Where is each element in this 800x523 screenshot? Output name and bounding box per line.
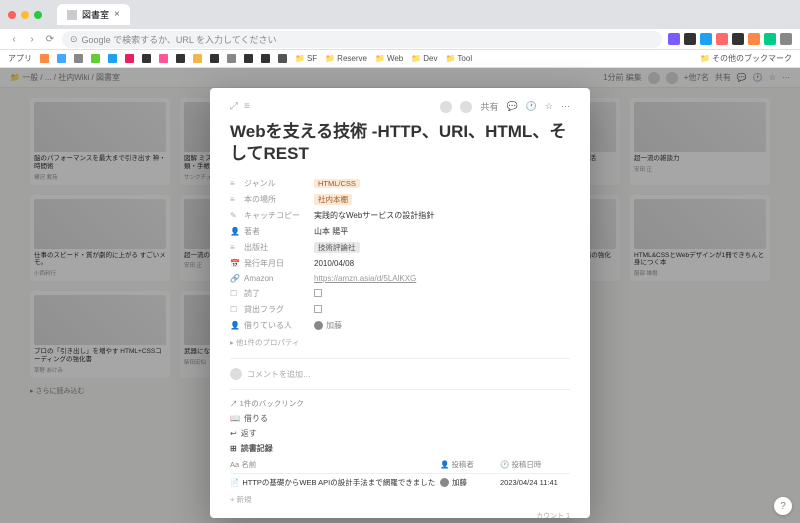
comment-icon[interactable]: 💬 bbox=[506, 101, 517, 112]
bookmark-icon[interactable] bbox=[40, 54, 49, 63]
table-header: Aa 名前 👤 投稿者 🕐 投稿日時 bbox=[230, 456, 570, 474]
apps-shortcut[interactable]: アプリ bbox=[8, 53, 32, 64]
address-bar-row: ‹ › ⟳ ⊙ Google で検索するか、URL を入力してください bbox=[0, 29, 800, 50]
star-icon[interactable]: ☆ bbox=[545, 101, 553, 112]
prop-lending[interactable]: ☐貸出フラグ bbox=[230, 301, 570, 317]
modal-overlay[interactable]: ⤢ ≡ 共有 💬 🕐 ☆ ⋯ Webを支える技術 -HTTP、URI、HTML、… bbox=[0, 68, 800, 523]
prop-borrower[interactable]: 👤借りている人加藤 bbox=[230, 317, 570, 333]
avatar bbox=[440, 101, 452, 113]
table-row[interactable]: 📄HTTPの基礎からWEB APIの設計手法まで網羅できました 加藤 2023/… bbox=[230, 474, 570, 491]
bookmark-icon[interactable] bbox=[142, 54, 151, 63]
clock-icon[interactable]: 🕐 bbox=[526, 101, 537, 112]
new-row-button[interactable]: + 新規 bbox=[230, 491, 570, 508]
url-placeholder: Google で検索するか、URL を入力してください bbox=[82, 33, 277, 46]
return-action[interactable]: ↩ 返す bbox=[230, 426, 570, 441]
maximize-window-button[interactable] bbox=[34, 11, 42, 19]
more-icon[interactable]: ⋯ bbox=[561, 101, 570, 112]
prop-publisher[interactable]: ≡出版社技術評論社 bbox=[230, 239, 570, 255]
bookmark-icon[interactable] bbox=[57, 54, 66, 63]
bookmark-icon[interactable] bbox=[108, 54, 117, 63]
browser-tab[interactable]: 図書室 × bbox=[57, 4, 130, 25]
bookmark-folder[interactable]: 📁Tool bbox=[445, 54, 472, 63]
page-title[interactable]: Webを支える技術 -HTTP、URI、HTML、そしてREST bbox=[230, 121, 570, 165]
tab-close-icon[interactable]: × bbox=[114, 9, 120, 20]
bookmark-icon[interactable] bbox=[244, 54, 253, 63]
bookmark-icon[interactable] bbox=[176, 54, 185, 63]
bookmark-icon[interactable] bbox=[91, 54, 100, 63]
tab-title: 図書室 bbox=[82, 8, 109, 21]
expand-icon[interactable]: ⤢ bbox=[230, 101, 238, 112]
bookmark-icon[interactable] bbox=[227, 54, 236, 63]
bookmark-icon[interactable] bbox=[159, 54, 168, 63]
browser-chrome: 図書室 × bbox=[0, 0, 800, 29]
prop-catch[interactable]: ✎キャッチコピー実践的なWebサービスの設計指針 bbox=[230, 207, 570, 223]
url-input[interactable]: ⊙ Google で検索するか、URL を入力してください bbox=[62, 31, 662, 48]
bookmarks-bar: アプリ 📁SF 📁Reserve 📁Web 📁Dev 📁Tool 📁その他のブッ… bbox=[0, 50, 800, 68]
extension-icon[interactable] bbox=[780, 33, 792, 45]
extension-icon[interactable] bbox=[732, 33, 744, 45]
bookmark-icon[interactable] bbox=[261, 54, 270, 63]
reload-button[interactable]: ⟳ bbox=[44, 33, 56, 45]
help-button[interactable]: ? bbox=[774, 497, 792, 515]
tab-favicon bbox=[67, 10, 77, 20]
share-button[interactable]: 共有 bbox=[480, 100, 498, 113]
close-window-button[interactable] bbox=[8, 11, 16, 19]
prop-pubdate[interactable]: 📅発行年月日2010/04/08 bbox=[230, 255, 570, 271]
extension-icon[interactable] bbox=[684, 33, 696, 45]
avatar bbox=[460, 101, 472, 113]
extension-icon[interactable] bbox=[700, 33, 712, 45]
bookmark-folder[interactable]: 📁SF bbox=[295, 54, 317, 63]
page-modal: ⤢ ≡ 共有 💬 🕐 ☆ ⋯ Webを支える技術 -HTTP、URI、HTML、… bbox=[210, 88, 590, 518]
peek-icon[interactable]: ≡ bbox=[244, 101, 250, 112]
extensions bbox=[668, 33, 792, 45]
extension-icon[interactable] bbox=[716, 33, 728, 45]
prop-amazon[interactable]: 🔗Amazonhttps://amzn.asia/d/5LAlKXG bbox=[230, 271, 570, 285]
row-count: カウント 1 bbox=[230, 508, 570, 518]
prop-finished[interactable]: ☐読了 bbox=[230, 285, 570, 301]
bookmark-icon[interactable] bbox=[125, 54, 134, 63]
minimize-window-button[interactable] bbox=[21, 11, 29, 19]
prop-location[interactable]: ≡本の場所社内本棚 bbox=[230, 191, 570, 207]
bookmark-icon[interactable] bbox=[193, 54, 202, 63]
prop-author[interactable]: 👤著者山本 陽平 bbox=[230, 223, 570, 239]
extension-icon[interactable] bbox=[668, 33, 680, 45]
borrow-action[interactable]: 📖 借りる bbox=[230, 411, 570, 426]
bookmark-folder[interactable]: 📁Web bbox=[375, 54, 403, 63]
prop-genre[interactable]: ≡ジャンルHTML/CSS bbox=[230, 175, 570, 191]
bookmark-folder[interactable]: 📁Dev bbox=[411, 54, 437, 63]
forward-button[interactable]: › bbox=[26, 33, 38, 45]
back-button[interactable]: ‹ bbox=[8, 33, 20, 45]
search-icon: ⊙ bbox=[70, 34, 78, 45]
bookmark-folder[interactable]: 📁Reserve bbox=[325, 54, 367, 63]
page-icon: 📄 bbox=[230, 478, 239, 487]
more-properties[interactable]: ▸ 他1件のプロパティ bbox=[230, 333, 570, 352]
bookmark-icon[interactable] bbox=[74, 54, 83, 63]
add-comment[interactable]: コメントを追加… bbox=[230, 365, 570, 383]
other-bookmarks[interactable]: 📁その他のブックマーク bbox=[700, 53, 792, 64]
extension-icon[interactable] bbox=[748, 33, 760, 45]
bookmark-icon[interactable] bbox=[210, 54, 219, 63]
backlinks[interactable]: ↗ 1件のバックリンク bbox=[230, 396, 570, 411]
bookmark-icon[interactable] bbox=[278, 54, 287, 63]
reading-log-header[interactable]: ⊞ 読書記録 bbox=[230, 441, 570, 456]
extension-icon[interactable] bbox=[764, 33, 776, 45]
